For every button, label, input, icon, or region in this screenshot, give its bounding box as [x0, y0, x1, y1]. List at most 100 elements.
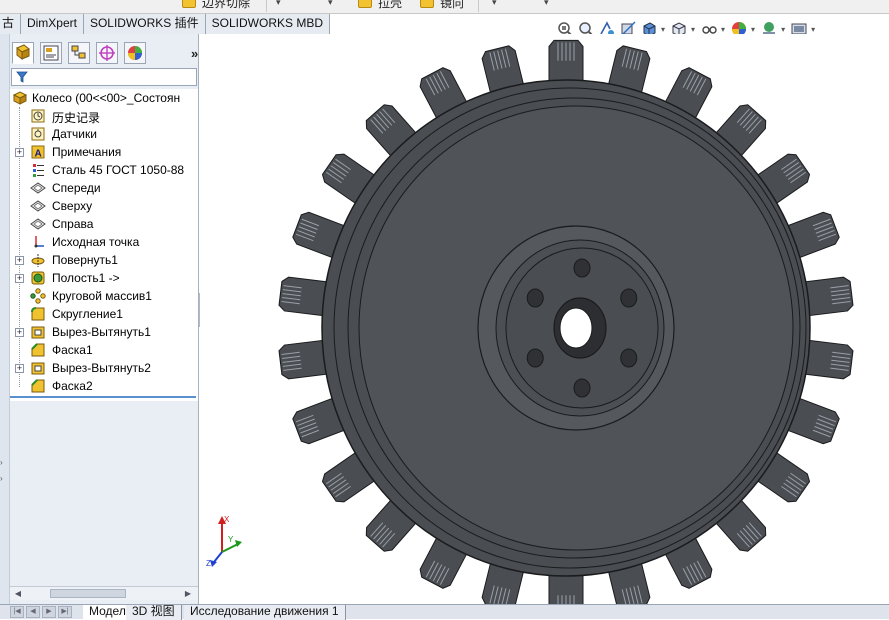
mirror-icon[interactable] [420, 0, 434, 8]
svg-text:›: › [0, 474, 3, 483]
tree-item-plane-right[interactable]: Справа [10, 215, 198, 233]
next-tab-icon[interactable]: ▶ [42, 606, 56, 618]
chevron-down-icon[interactable]: ▾ [276, 0, 281, 8]
rollback-bar[interactable] [10, 396, 196, 398]
first-tab-icon[interactable]: |◀ [10, 606, 24, 618]
graphics-area[interactable]: X Y Z [200, 34, 889, 606]
tab-solidworks-mbd[interactable]: SOLIDWORKS MBD [205, 14, 330, 34]
tree-item-cavity1[interactable]: + Полость1 -> [10, 269, 198, 287]
mirror-label[interactable]: 镜向 [440, 0, 464, 11]
more-tabs-icon[interactable]: » [191, 46, 198, 61]
display-manager-tab[interactable] [124, 42, 146, 64]
tree-item-plane-top[interactable]: Сверху [10, 197, 198, 215]
chevron-down-icon[interactable]: ▾ [721, 25, 725, 34]
expand-icon[interactable]: + [15, 274, 24, 283]
axis-y-line [221, 543, 239, 553]
tree-item-extruded-cut2[interactable]: + Вырез-Вытянуть2 [10, 359, 198, 377]
chevron-down-icon[interactable]: ▾ [751, 25, 755, 34]
tree-item-label: Справа [52, 217, 94, 231]
tree-item-label: Повернуть1 [52, 253, 118, 267]
chevron-down-icon[interactable]: ▾ [544, 0, 549, 8]
task-pane-strip [0, 34, 10, 606]
tree-item-label: Круговой массив1 [52, 289, 152, 303]
tree-item-revolve1[interactable]: + Повернуть1 [10, 251, 198, 269]
tree-item-label: Сталь 45 ГОСТ 1050-88 [52, 163, 185, 177]
tree-item-sensors[interactable]: Датчики [10, 125, 198, 143]
plane-icon [30, 200, 46, 212]
scrollbar-thumb[interactable] [50, 589, 126, 598]
tab-partial[interactable]: 古 [0, 14, 21, 34]
extruded-cut-icon [31, 362, 45, 375]
expand-icon[interactable]: + [15, 148, 24, 157]
tab-3d-view[interactable]: 3D 视图 [126, 605, 182, 620]
prev-tab-icon[interactable]: ◀ [26, 606, 40, 618]
tree-root-label: Колесо (00<<00>_Состоян [32, 91, 181, 105]
shell-icon[interactable] [358, 0, 372, 8]
part-icon [12, 91, 28, 105]
feature-tree-tab[interactable] [12, 42, 34, 64]
tree-item-circular-pattern1[interactable]: Круговой массив1 [10, 287, 198, 305]
configuration-manager-tab[interactable] [68, 42, 90, 64]
tree-item-history[interactable]: 历史记录 [10, 107, 198, 125]
sensors-icon [31, 127, 45, 141]
model-tabs-bar: |◀ ◀ ▶ ▶| Модель 3D 视图 Исследование движ… [0, 604, 889, 620]
feature-filter-input[interactable] [11, 68, 197, 86]
scroll-left-icon[interactable]: ◀ [12, 588, 24, 599]
chevron-down-icon[interactable]: ▾ [492, 0, 497, 8]
tree-item-material[interactable]: Сталь 45 ГОСТ 1050-88 [10, 161, 198, 179]
chamfer-icon [31, 379, 45, 393]
chamfer-icon [31, 343, 45, 357]
tab-motion-study-1[interactable]: Исследование движения 1 [184, 605, 346, 620]
tree-root-part[interactable]: Колесо (00<<00>_Состоян [10, 89, 198, 107]
dimxpert-manager-tab[interactable] [96, 42, 118, 64]
expand-icon[interactable]: + [15, 328, 24, 337]
wheel-model[interactable] [200, 34, 889, 606]
chevron-down-icon[interactable]: ▾ [781, 25, 785, 34]
tree-item-label: Скругление1 [52, 307, 123, 321]
tab-dimxpert[interactable]: DimXpert [20, 14, 84, 34]
chevron-down-icon[interactable]: ▾ [811, 25, 815, 34]
tree-item-chamfer2[interactable]: Фаска2 [10, 377, 198, 395]
svg-text:A: A [35, 149, 42, 160]
property-manager-icon [43, 45, 59, 61]
tree-item-plane-front[interactable]: Спереди [10, 179, 198, 197]
bolt-hole [573, 378, 591, 398]
tree-item-label: Вырез-Вытянуть2 [52, 361, 151, 375]
material-icon [33, 164, 44, 177]
toolbar-separator [266, 0, 267, 12]
feature-tree-icon [16, 44, 30, 61]
tree-item-chamfer1[interactable]: Фаска1 [10, 341, 198, 359]
annotations-icon: A [31, 145, 45, 160]
axis-x-label: X [224, 515, 230, 524]
tree-item-extruded-cut1[interactable]: + Вырез-Вытянуть1 [10, 323, 198, 341]
tree-item-fillet1[interactable]: Скругление1 [10, 305, 198, 323]
chevron-down-icon[interactable]: ▾ [691, 25, 695, 34]
tree-item-origin[interactable]: Исходная точка [10, 233, 198, 251]
chevron-down-icon[interactable]: ▾ [661, 25, 665, 34]
revolve-icon [31, 254, 45, 267]
bolt-hole [573, 258, 591, 278]
tree-item-label: Примечания [52, 145, 122, 159]
left-edge-marks: ›› [0, 458, 3, 483]
feature-tree-scrollbar[interactable]: ◀ ▶ [10, 586, 198, 600]
tab-solidworks-addins[interactable]: SOLIDWORKS 插件 [83, 14, 206, 34]
bolt-hole [620, 288, 638, 308]
last-tab-icon[interactable]: ▶| [58, 606, 72, 618]
expand-icon[interactable]: + [15, 364, 24, 373]
tree-item-label: Датчики [52, 127, 97, 141]
plane-icon [30, 218, 46, 230]
expand-icon[interactable]: + [15, 256, 24, 265]
tree-item-annotations[interactable]: + A Примечания [10, 143, 198, 161]
boundary-cut-icon[interactable] [182, 0, 196, 8]
configuration-manager-icon [71, 45, 86, 59]
property-manager-tab[interactable] [40, 42, 62, 64]
scroll-right-icon[interactable]: ▶ [182, 588, 194, 599]
tab-navigation: |◀ ◀ ▶ ▶| [10, 606, 80, 618]
axis-y-label: Y [228, 535, 234, 544]
shell-label[interactable]: 拉壳 [378, 0, 402, 11]
plane-icon [30, 182, 46, 194]
filter-icon [16, 71, 28, 83]
chevron-down-icon[interactable]: ▾ [328, 0, 333, 8]
boundary-cut-label[interactable]: 边界切除 [202, 0, 250, 11]
feature-tree: Колесо (00<<00>_Состоян 历史记录 Датчики + A… [10, 89, 198, 401]
